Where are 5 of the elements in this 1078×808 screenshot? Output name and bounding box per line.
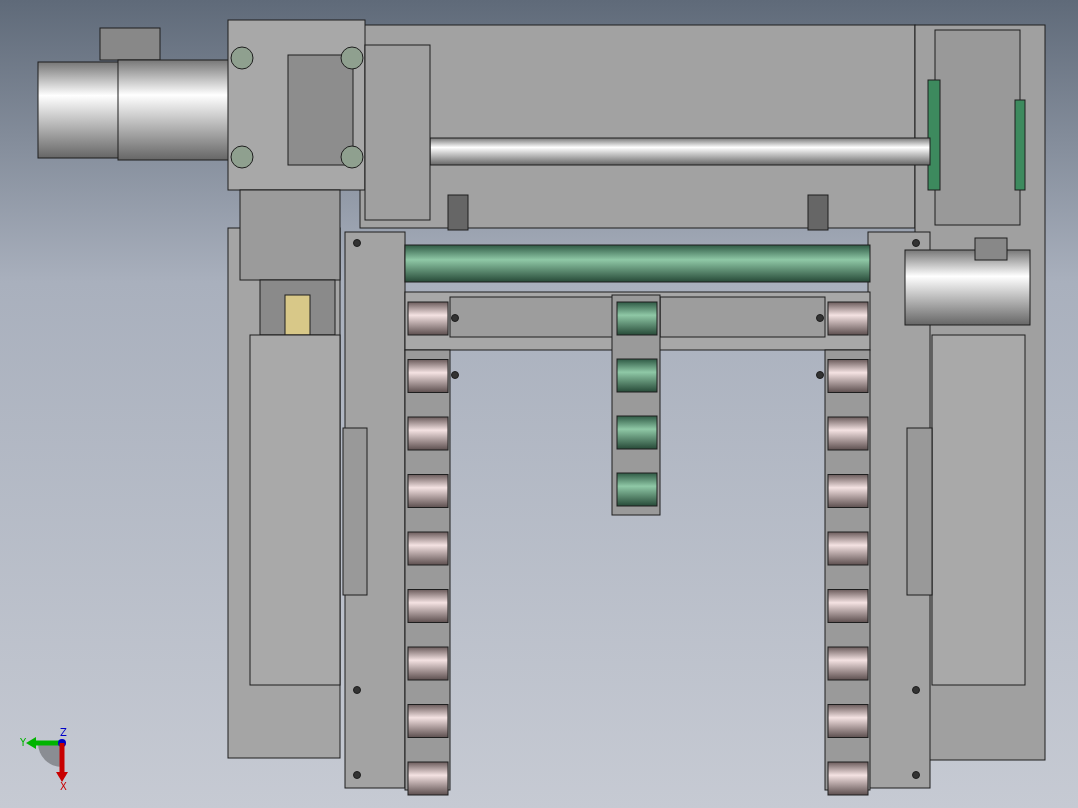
axis-label: X bbox=[60, 781, 67, 792]
cad-viewport[interactable]: Y Z X bbox=[0, 0, 1078, 808]
triad-shadow bbox=[38, 743, 62, 767]
axis-label: Z bbox=[60, 727, 67, 738]
axis-label: Y bbox=[20, 737, 27, 748]
